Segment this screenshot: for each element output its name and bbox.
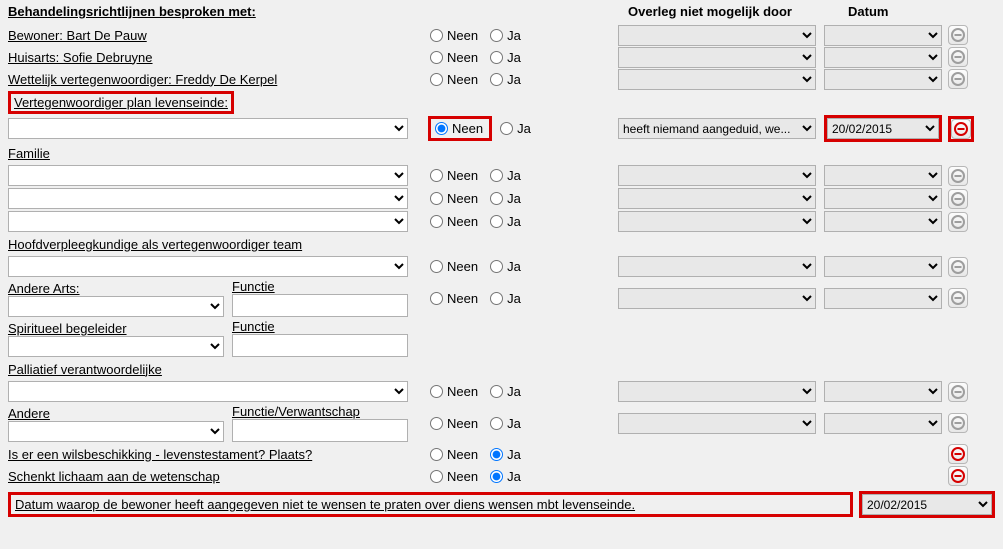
select-hoofdverpleeg[interactable] bbox=[8, 256, 408, 277]
select-vertplan-reason[interactable]: heeft niemand aangeduid, we... bbox=[618, 118, 816, 139]
link-wilsbeschikking[interactable]: Is er een wilsbeschikking - levenstestam… bbox=[8, 447, 312, 462]
select-footer-date[interactable]: 20/02/2015 bbox=[862, 494, 992, 515]
link-vert-plan[interactable]: Vertegenwoordiger plan levenseinde: bbox=[14, 95, 228, 110]
select-fam2-date[interactable] bbox=[824, 188, 942, 209]
radio-hoofd-neen[interactable]: Neen bbox=[428, 257, 482, 276]
select-arts-reason[interactable] bbox=[618, 288, 816, 309]
select-bewoner-reason[interactable] bbox=[618, 25, 816, 46]
clear-arts-button[interactable] bbox=[948, 288, 968, 308]
select-palliatief[interactable] bbox=[8, 381, 408, 402]
radio-vertplan-ja[interactable]: Ja bbox=[498, 119, 535, 138]
input-functie-arts[interactable] bbox=[232, 294, 408, 317]
clear-fam2-button[interactable] bbox=[948, 189, 968, 209]
select-pall-date[interactable] bbox=[824, 381, 942, 402]
select-vertplan-date[interactable]: 20/02/2015 bbox=[827, 118, 939, 139]
label-andere-arts: Andere Arts: bbox=[8, 281, 224, 296]
select-andere-arts[interactable] bbox=[8, 296, 224, 317]
radio-schenkt-neen[interactable]: Neen bbox=[428, 467, 482, 486]
radio-bewoner-neen[interactable]: Neen bbox=[428, 26, 482, 45]
radio-andere-neen[interactable]: Neen bbox=[428, 414, 482, 433]
select-fam1-reason[interactable] bbox=[618, 165, 816, 186]
clear-hoofd-button[interactable] bbox=[948, 257, 968, 277]
radio-hoofd-ja[interactable]: Ja bbox=[488, 257, 525, 276]
select-huisarts-reason[interactable] bbox=[618, 47, 816, 68]
select-pall-reason[interactable] bbox=[618, 381, 816, 402]
clear-wils-button[interactable] bbox=[948, 444, 968, 464]
radio-andere-ja[interactable]: Ja bbox=[488, 414, 525, 433]
select-hoofd-date[interactable] bbox=[824, 256, 942, 277]
radio-arts-ja[interactable]: Ja bbox=[488, 289, 525, 308]
link-huisarts[interactable]: Huisarts: Sofie Debruyne bbox=[8, 50, 153, 65]
label-spiritueel: Spiritueel begeleider bbox=[8, 321, 224, 336]
link-wettelijk[interactable]: Wettelijk vertegenwoordiger: Freddy De K… bbox=[8, 72, 277, 87]
select-andere-date[interactable] bbox=[824, 413, 942, 434]
radio-fam2-ja[interactable]: Ja bbox=[488, 189, 525, 208]
select-fam3-reason[interactable] bbox=[618, 211, 816, 232]
link-footer-datum[interactable]: Datum waarop de bewoner heeft aangegeven… bbox=[15, 497, 635, 512]
clear-andere-button[interactable] bbox=[948, 413, 968, 433]
link-palliatief[interactable]: Palliatief verantwoordelijke bbox=[8, 362, 162, 377]
select-andere[interactable] bbox=[8, 421, 224, 442]
select-wettelijk-date[interactable] bbox=[824, 69, 942, 90]
select-wettelijk-reason[interactable] bbox=[618, 69, 816, 90]
radio-huisarts-neen[interactable]: Neen bbox=[428, 48, 482, 67]
radio-vertplan-neen[interactable]: Neen bbox=[433, 119, 487, 138]
link-schenkt[interactable]: Schenkt lichaam aan de wetenschap bbox=[8, 469, 220, 484]
select-arts-date[interactable] bbox=[824, 288, 942, 309]
select-fam2-reason[interactable] bbox=[618, 188, 816, 209]
select-fam1-date[interactable] bbox=[824, 165, 942, 186]
clear-bewoner-button[interactable] bbox=[948, 25, 968, 45]
clear-fam3-button[interactable] bbox=[948, 212, 968, 232]
radio-fam3-neen[interactable]: Neen bbox=[428, 212, 482, 231]
select-familie-3[interactable] bbox=[8, 211, 408, 232]
radio-wettelijk-ja[interactable]: Ja bbox=[488, 70, 525, 89]
radio-wils-neen[interactable]: Neen bbox=[428, 445, 482, 464]
clear-vertplan-button[interactable] bbox=[951, 119, 971, 139]
radio-arts-neen[interactable]: Neen bbox=[428, 289, 482, 308]
clear-schenkt-button[interactable] bbox=[948, 466, 968, 486]
radio-wettelijk-neen[interactable]: Neen bbox=[428, 70, 482, 89]
heading-discussed-with: Behandelingsrichtlijnen besproken met: bbox=[8, 4, 256, 19]
radio-pall-ja[interactable]: Ja bbox=[488, 382, 525, 401]
clear-pall-button[interactable] bbox=[948, 382, 968, 402]
radio-fam3-ja[interactable]: Ja bbox=[488, 212, 525, 231]
heading-date: Datum bbox=[848, 4, 888, 19]
radio-fam2-neen[interactable]: Neen bbox=[428, 189, 482, 208]
link-bewoner[interactable]: Bewoner: Bart De Pauw bbox=[8, 28, 147, 43]
input-functie-spiritueel[interactable] bbox=[232, 334, 408, 357]
radio-wils-ja[interactable]: Ja bbox=[488, 445, 525, 464]
clear-wettelijk-button[interactable] bbox=[948, 69, 968, 89]
select-hoofd-reason[interactable] bbox=[618, 256, 816, 277]
select-vert-plan-person[interactable] bbox=[8, 118, 408, 139]
label-functie-verw: Functie/Verwantschap bbox=[232, 404, 408, 419]
select-familie-2[interactable] bbox=[8, 188, 408, 209]
radio-bewoner-ja[interactable]: Ja bbox=[488, 26, 525, 45]
link-hoofdverpleeg[interactable]: Hoofdverpleegkundige als vertegenwoordig… bbox=[8, 237, 302, 252]
clear-fam1-button[interactable] bbox=[948, 166, 968, 186]
radio-fam1-neen[interactable]: Neen bbox=[428, 166, 482, 185]
select-spiritueel[interactable] bbox=[8, 336, 224, 357]
select-andere-reason[interactable] bbox=[618, 413, 816, 434]
clear-huisarts-button[interactable] bbox=[948, 47, 968, 67]
heading-reason-no-overlay: Overleg niet mogelijk door bbox=[628, 4, 792, 19]
label-andere: Andere bbox=[8, 406, 224, 421]
radio-pall-neen[interactable]: Neen bbox=[428, 382, 482, 401]
radio-fam1-ja[interactable]: Ja bbox=[488, 166, 525, 185]
radio-schenkt-ja[interactable]: Ja bbox=[488, 467, 525, 486]
select-huisarts-date[interactable] bbox=[824, 47, 942, 68]
select-familie-1[interactable] bbox=[8, 165, 408, 186]
select-fam3-date[interactable] bbox=[824, 211, 942, 232]
label-functie-arts: Functie bbox=[232, 279, 408, 294]
input-functie-verw[interactable] bbox=[232, 419, 408, 442]
radio-huisarts-ja[interactable]: Ja bbox=[488, 48, 525, 67]
select-bewoner-date[interactable] bbox=[824, 25, 942, 46]
label-functie-spiritueel: Functie bbox=[232, 319, 408, 334]
link-familie[interactable]: Familie bbox=[8, 146, 50, 161]
